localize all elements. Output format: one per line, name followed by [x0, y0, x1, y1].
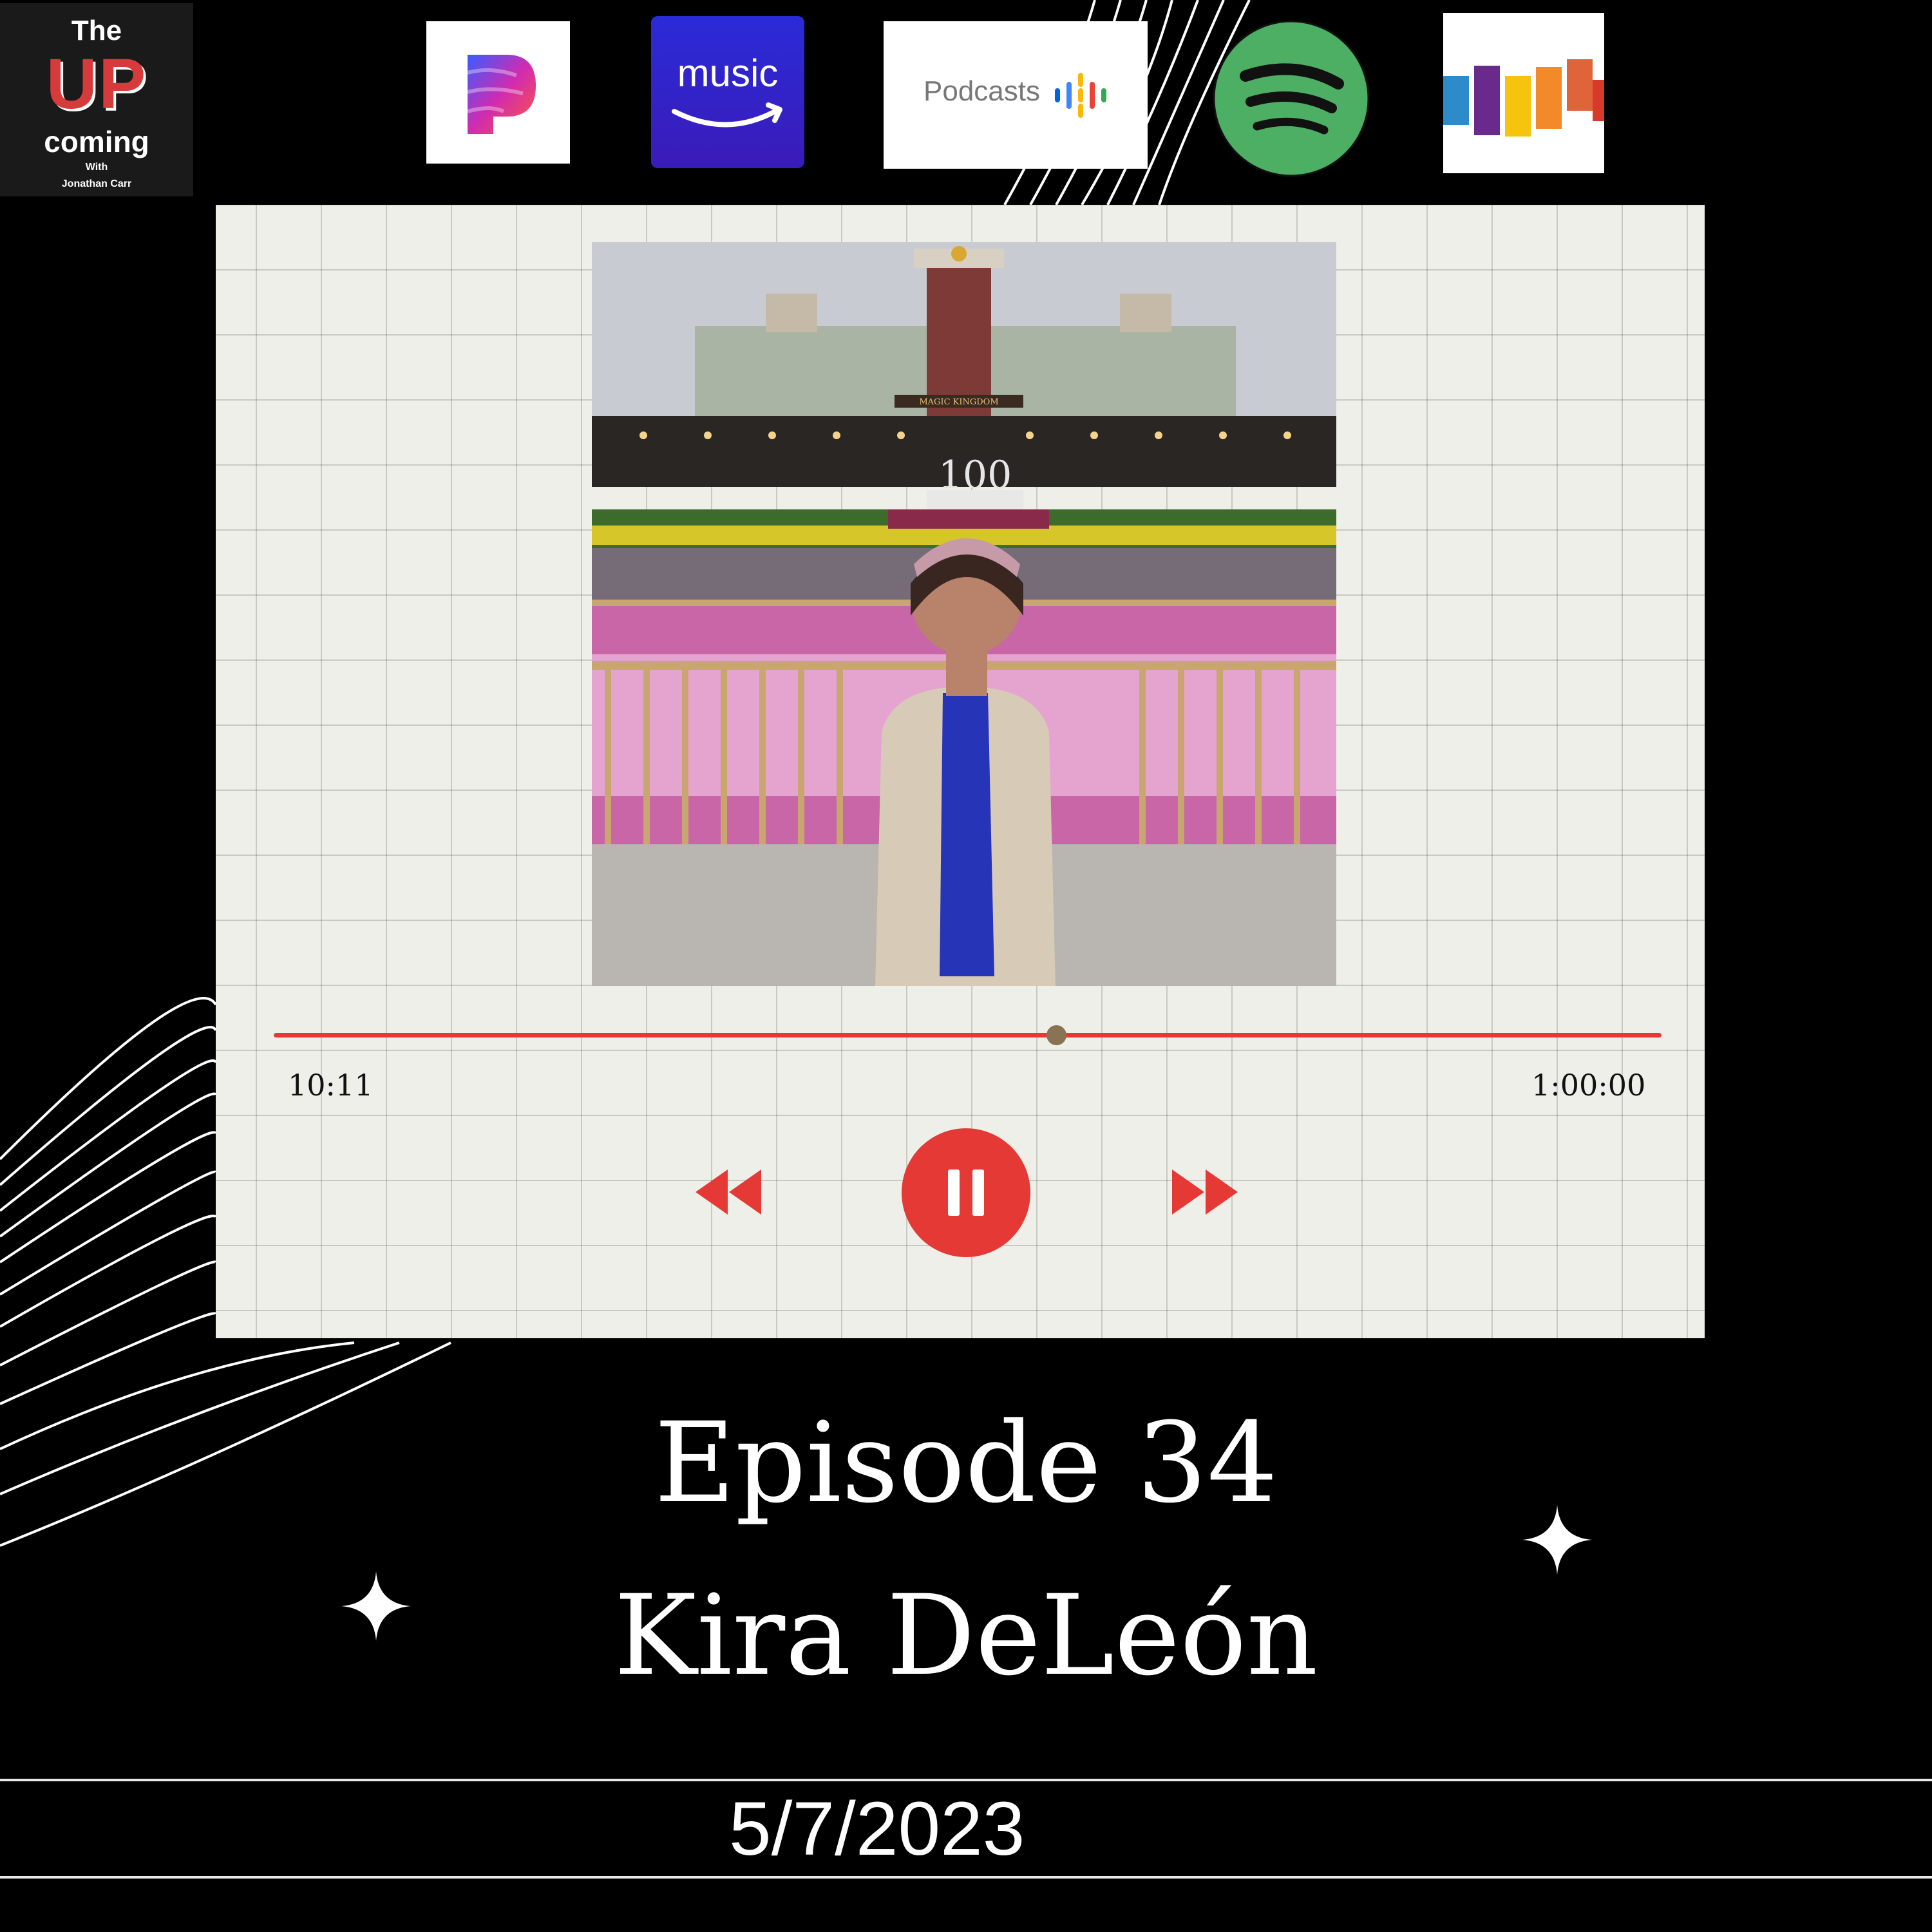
fast-forward-button[interactable]: [1172, 1170, 1238, 1215]
spotify-icon[interactable]: [1212, 19, 1370, 178]
show-logo-host: Jonathan Carr: [61, 178, 132, 189]
total-duration: 1:00:00: [1531, 1068, 1646, 1103]
show-logo-up: UP: [46, 44, 147, 124]
pause-icon: [902, 1128, 1030, 1257]
magic-kingdom-sign: MAGIC KINGDOM: [919, 397, 998, 407]
google-podcasts-icon[interactable]: Podcasts: [884, 21, 1148, 169]
elapsed-time: 10:11: [288, 1068, 374, 1103]
show-logo-coming: coming: [44, 125, 149, 158]
sparkle-icon: [1522, 1505, 1592, 1575]
sparkle-icon: [341, 1571, 411, 1641]
episode-guest-photo: MAGIC KINGDOM 100: [592, 242, 1336, 986]
pause-button[interactable]: [902, 1128, 1030, 1257]
deezer-icon[interactable]: [1443, 13, 1604, 173]
rewind-icon: [696, 1170, 761, 1215]
rewind-button[interactable]: [696, 1170, 761, 1215]
guest-name: Kira DeLeón: [614, 1571, 1318, 1700]
divider-line: [0, 1876, 1932, 1879]
progress-scrubber-handle[interactable]: [1046, 1025, 1066, 1045]
show-logo: The UP coming With Jonathan Carr: [0, 3, 193, 196]
show-logo-the: The: [71, 15, 122, 46]
show-logo-with: With: [85, 162, 108, 173]
amazon-music-icon[interactable]: music: [651, 16, 804, 168]
google-podcasts-label: Podcasts: [923, 75, 1040, 107]
fast-forward-icon: [1172, 1170, 1238, 1215]
divider-line: [0, 1779, 1932, 1781]
episode-date: 5/7/2023: [729, 1786, 1025, 1871]
episode-title: Episode 34: [654, 1398, 1278, 1528]
100-display: 100: [938, 453, 1012, 498]
pandora-icon[interactable]: [426, 21, 570, 164]
progress-bar[interactable]: [274, 1033, 1662, 1037]
